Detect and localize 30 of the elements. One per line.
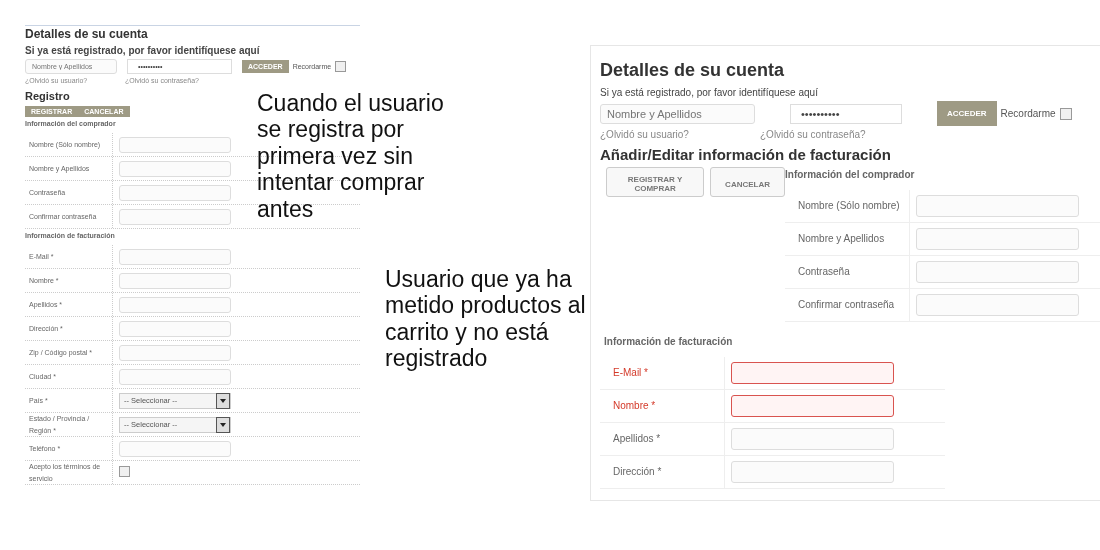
section-heading: Información del comprador <box>785 169 916 180</box>
login-button[interactable]: ACCEDER <box>937 101 997 126</box>
form-title: Detalles de su cuenta <box>25 27 149 41</box>
field-label: Nombre * <box>600 390 725 422</box>
input-field[interactable] <box>731 395 894 417</box>
forgot-username-link[interactable]: ¿Olvidó su usuario? <box>600 129 730 140</box>
terms-checkbox[interactable] <box>119 466 130 477</box>
login-prompt: Si ya está registrado, por favor identifíquese aquí <box>25 45 261 56</box>
input-field[interactable] <box>731 362 894 384</box>
form-button[interactable]: CANCELAR <box>710 167 785 197</box>
remember-label: Recordarme <box>1000 108 1056 119</box>
remember-checkbox[interactable] <box>1059 107 1072 120</box>
field-label: Confirmar contraseña <box>785 289 910 321</box>
annotation-text: Cuando el usuario se registra por primera vez sin intentar comprar antes <box>257 90 445 223</box>
forgot-password-link[interactable]: ¿Olvidó su contraseña? <box>760 129 866 140</box>
field-label: Nombre (Sólo nombre) <box>785 190 910 222</box>
field-label: Nombre y Apellidos <box>785 223 910 255</box>
section-heading: Información de facturación <box>604 336 734 347</box>
annotation-text: Usuario que ya ha metido productos al carrito y no está registrado <box>385 266 587 372</box>
remember-checkbox[interactable] <box>335 61 347 72</box>
form-button[interactable]: REGISTRAR Y COMPRAR <box>606 167 705 197</box>
password-field[interactable]: •••••••••• <box>790 103 902 124</box>
field-label: E-Mail * <box>600 357 725 389</box>
section-heading: Añadir/Editar información de facturación <box>600 146 892 163</box>
login-prompt: Si ya está registrado, por favor identifíquese aquí <box>600 87 819 98</box>
username-field[interactable]: Nombre y Apellidos <box>600 103 755 124</box>
field-label: Apellidos * <box>600 423 725 455</box>
form-title: Detalles de su cuenta <box>600 60 786 81</box>
field-label: Contraseña <box>785 256 910 288</box>
field-label: Dirección * <box>600 456 725 488</box>
